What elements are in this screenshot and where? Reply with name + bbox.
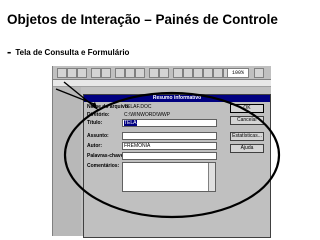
annotation-overlay xyxy=(55,81,281,219)
pointer-arrow-line-1 xyxy=(63,81,97,109)
highlight-ellipse xyxy=(63,91,281,219)
